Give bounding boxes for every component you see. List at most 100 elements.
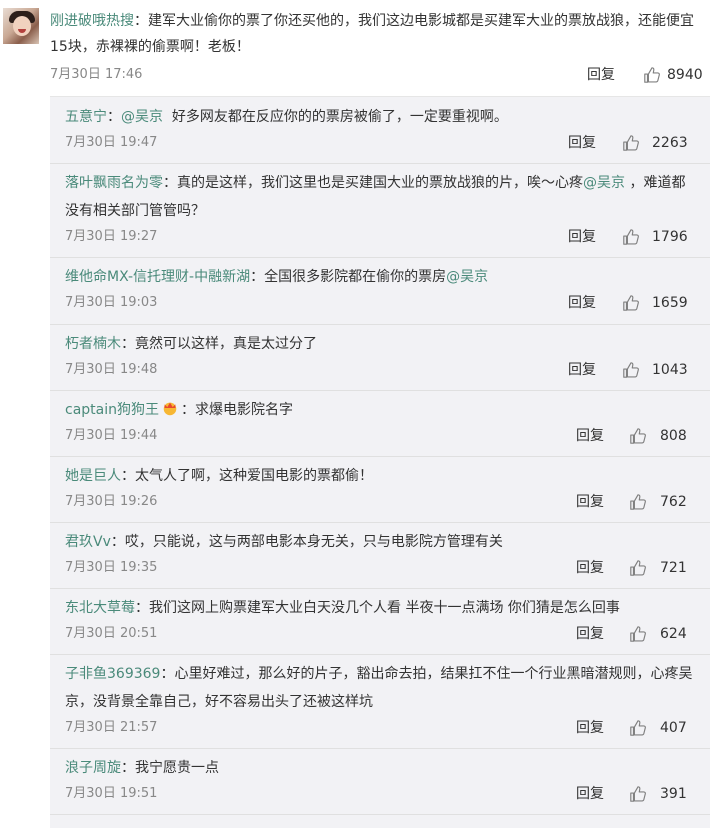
like-count: 1796: [652, 229, 688, 245]
reply-text: captain狗狗王 ：求爆电影院名字: [65, 396, 695, 424]
reply-body: ：太气人了啊，这种爱国电影的票都偷！: [121, 468, 373, 484]
reply-username[interactable]: 子非鱼369369: [65, 666, 160, 682]
reply-item: 维他命MX-信托理财-中融新湖：全国很多影院都在偷你的票房@吴京 7月30日 19…: [50, 257, 710, 325]
comment-time: 7月30日 21:57: [65, 720, 158, 735]
reply-username[interactable]: 落叶飘雨名为零: [65, 175, 163, 191]
reply-meta: 7月30日 19:47 回复 2263: [65, 133, 695, 153]
comment-time: 7月30日 19:26: [65, 494, 158, 509]
reply-button[interactable]: 回复: [576, 784, 604, 804]
reply-item: 东北大草莓：我们这网上购票建军大业白天没几个人看 半夜十一点满场 你们猜是怎么回…: [50, 588, 710, 655]
like-count: 1043: [652, 362, 688, 378]
reply-text: 五意宁：@吴京 好多网友都在反应你的的票房被偷了，一定要重视啊。: [65, 103, 695, 131]
like-count: 407: [660, 720, 687, 736]
reply-username[interactable]: 维他命MX-信托理财-中融新湖: [65, 269, 250, 285]
reply-button[interactable]: 回复: [576, 426, 604, 446]
reply-username[interactable]: 浪子周旋: [65, 760, 121, 776]
reply-button[interactable]: 回复: [576, 492, 604, 512]
reply-meta: 7月30日 19:44 回复 808: [65, 426, 695, 446]
reply-button[interactable]: 回复: [568, 227, 596, 247]
reply-body: ：竟然可以这样，真是太过分了: [121, 336, 317, 352]
reply-item: captain狗狗王 ：求爆电影院名字 7月30日 19:44 回复 808: [50, 390, 710, 457]
reply-username[interactable]: 她是巨人: [65, 468, 121, 484]
reply-username[interactable]: captain狗狗王: [65, 402, 159, 418]
reply-button[interactable]: 回复: [568, 360, 596, 380]
comment-time: 7月30日 20:51: [65, 626, 158, 641]
reply-text: 君玖Vv：哎，只能说，这与两部电影本身无关，只与电影院方管理有关: [65, 528, 695, 556]
reply-item: 子非鱼369369：心里好难过，那么好的片子，豁出命去拍，结果扛不住一个行业黑暗…: [50, 654, 710, 749]
reply-text: 浪子周旋：我宁愿贵一点: [65, 754, 695, 782]
reply-text: 落叶飘雨名为零：真的是这样，我们这里也是买建国大业的票放战狼的片，唉～心疼@吴京…: [65, 169, 695, 225]
reply-body: ：心里好难过，那么好的片子，豁出命去拍，结果扛不住一个行业黑暗潜规则，心疼吴京，…: [65, 666, 693, 710]
reply-button[interactable]: 回复: [568, 293, 596, 313]
thumbs-up-icon[interactable]: [629, 559, 647, 577]
comment-time: 7月30日 19:27: [65, 229, 158, 244]
main-comment-body: ：建军大业偷你的票了你还买他的，我们这边电影城都是买建军大业的票放战狼，还能便宜…: [50, 13, 694, 55]
reply-item: 君玖Vv：哎，只能说，这与两部电影本身无关，只与电影院方管理有关 7月30日 19…: [50, 522, 710, 589]
reply-item: 落叶飘雨名为零：真的是这样，我们这里也是买建国大业的票放战狼的片，唉～心疼@吴京…: [50, 163, 710, 258]
reply-meta: 7月30日 19:27 回复 1796: [65, 227, 695, 247]
reply-text: 她是巨人：太气人了啊，这种爱国电影的票都偷！: [65, 462, 695, 490]
reply-body: ：哎，只能说，这与两部电影本身无关，只与电影院方管理有关: [110, 534, 503, 550]
thumbs-up-icon[interactable]: [622, 134, 640, 152]
reply-username[interactable]: 朽者楠木: [65, 336, 121, 352]
thumbs-up-icon[interactable]: [629, 493, 647, 511]
reply-meta: 7月30日 21:57 回复 407: [65, 718, 695, 738]
reply-body: ：真的是这样，我们这里也是买建国大业的票放战狼的片，唉～心疼: [163, 175, 583, 191]
reply-button[interactable]: 回复: [576, 624, 604, 644]
reply-body: ：我宁愿贵一点: [121, 760, 219, 776]
comment-time: 7月30日 19:03: [65, 295, 158, 310]
thumbs-up-icon[interactable]: [629, 625, 647, 643]
reply-meta: 7月30日 19:35 回复 721: [65, 558, 695, 578]
reply-list: 五意宁：@吴京 好多网友都在反应你的的票房被偷了，一定要重视啊。 7月30日 19…: [50, 96, 710, 828]
thumbs-up-icon[interactable]: [629, 719, 647, 737]
reply-username[interactable]: 东北大草莓: [65, 600, 135, 616]
reply-body: ：全国很多影院都在偷你的票房: [250, 269, 447, 285]
thumbs-up-icon[interactable]: [643, 66, 661, 84]
reply-body: ：: [107, 109, 121, 125]
reply-text: 维他命MX-信托理财-中融新湖：全国很多影院都在偷你的票房@吴京: [65, 263, 695, 291]
reply-button[interactable]: 回复: [576, 558, 604, 578]
vip-badge-icon: [163, 402, 177, 416]
reply-meta: 7月30日 19:26 回复 762: [65, 492, 695, 512]
avatar[interactable]: [3, 8, 39, 44]
reply-meta: 7月30日 19:51 回复 391: [65, 784, 695, 804]
reply-meta: 7月30日 19:48 回复 1043: [65, 360, 695, 380]
reply-username[interactable]: 五意宁: [65, 109, 107, 125]
thumbs-up-icon[interactable]: [622, 294, 640, 312]
comment-time: 7月30日 19:44: [65, 428, 158, 443]
thumbs-up-icon[interactable]: [629, 785, 647, 803]
reply-item: 她是巨人：太气人了啊，这种爱国电影的票都偷！ 7月30日 19:26 回复 762: [50, 456, 710, 523]
thumbs-up-icon[interactable]: [622, 228, 640, 246]
comment-time: 7月30日 19:51: [65, 786, 158, 801]
reply-button[interactable]: 回复: [587, 65, 615, 85]
reply-button[interactable]: 回复: [576, 718, 604, 738]
like-count: 808: [660, 428, 687, 444]
reply-meta: 7月30日 19:03 回复 1659: [65, 293, 695, 313]
reply-text: 东北大草莓：我们这网上购票建军大业白天没几个人看 半夜十一点满场 你们猜是怎么回…: [65, 594, 695, 622]
mention-link[interactable]: @吴京: [121, 109, 163, 125]
comment-time: 7月30日 19:48: [65, 362, 158, 377]
reply-body-end: 好多网友都在反应你的的票房被偷了，一定要重视啊。: [163, 109, 508, 125]
reply-button[interactable]: 回复: [568, 133, 596, 153]
reply-item: 五意宁：@吴京 好多网友都在反应你的的票房被偷了，一定要重视啊。 7月30日 19…: [50, 97, 710, 164]
like-count: 762: [660, 494, 687, 510]
like-count: 721: [660, 560, 687, 576]
comment-time: 7月30日 19:35: [65, 560, 158, 575]
main-comment-username[interactable]: 刚进破哦热搜: [50, 13, 134, 29]
like-count: 391: [660, 786, 687, 802]
reply-item: 浪子周旋：我宁愿贵一点 7月30日 19:51 回复 391: [50, 748, 710, 815]
like-count: 624: [660, 626, 687, 642]
comment-time: 7月30日 17:46: [50, 67, 143, 82]
mention-link[interactable]: @吴京: [583, 175, 625, 191]
reply-username[interactable]: 君玖Vv: [65, 534, 111, 550]
thumbs-up-icon[interactable]: [622, 361, 640, 379]
main-comment-text: 刚进破哦热搜：建军大业偷你的票了你还买他的，我们这边电影城都是买建军大业的票放战…: [50, 8, 705, 60]
like-count: 1659: [652, 295, 688, 311]
mention-link[interactable]: @吴京: [446, 269, 488, 285]
reply-meta: 7月30日 20:51 回复 624: [65, 624, 695, 644]
thumbs-up-icon[interactable]: [629, 427, 647, 445]
main-comment-meta: 7月30日 17:46 回复 8940: [50, 65, 705, 85]
comment-thread: 刚进破哦热搜：建军大业偷你的票了你还买他的，我们这边电影城都是买建军大业的票放战…: [0, 0, 715, 828]
reply-body: ：求爆电影院名字: [181, 402, 293, 418]
reply-body: ：我们这网上购票建军大业白天没几个人看 半夜十一点满场 你们猜是怎么回事: [135, 600, 620, 616]
